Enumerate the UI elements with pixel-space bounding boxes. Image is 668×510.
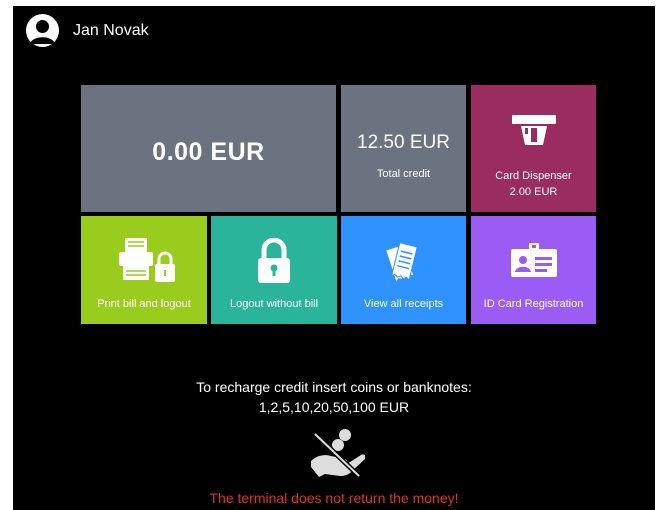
credit-label: Total credit	[376, 168, 431, 180]
user-info: Jan Novak	[26, 14, 149, 47]
balance-value: 0.00 EUR	[152, 138, 265, 166]
balance-tile: 0.00 EUR	[81, 85, 336, 212]
total-credit-tile: 12.50 EUR Total credit	[341, 85, 466, 212]
card-dispenser-price: 2.00 EUR	[509, 186, 558, 198]
card-dispenser-icon	[512, 113, 556, 152]
accepted-denominations: 1,2,5,10,20,50,100 EUR	[258, 399, 410, 415]
view-all-receipts-label: View all receipts	[363, 298, 444, 310]
no-change-icon	[309, 428, 366, 485]
user-avatar-icon	[26, 14, 59, 47]
print-bill-logout-button[interactable]: Print bill and logout	[81, 216, 207, 324]
logout-without-bill-button[interactable]: Logout without bill	[211, 216, 337, 324]
print-bill-logout-label: Print bill and logout	[97, 298, 191, 310]
logout-without-bill-label: Logout without bill	[229, 298, 319, 310]
lock-icon	[256, 237, 292, 289]
printer-lock-icon	[117, 236, 175, 289]
card-dispenser-button[interactable]: Card Dispenser 2.00 EUR	[471, 85, 596, 212]
card-dispenser-label: Card Dispenser	[495, 170, 572, 182]
id-card-registration-label: ID Card Registration	[483, 298, 584, 310]
credit-value: 12.50 EUR	[357, 132, 450, 153]
no-change-warning: The terminal does not return the money!	[209, 490, 459, 506]
user-name: Jan Novak	[73, 21, 149, 39]
id-card-registration-button[interactable]: ID Card Registration	[471, 216, 596, 324]
recharge-instructions: To recharge credit insert coins or bankn…	[196, 379, 472, 395]
receipts-icon	[385, 240, 421, 291]
id-card-icon	[511, 243, 557, 282]
terminal-screen: Jan Novak 0.00 EUR 12.50 EUR Total credi…	[13, 6, 655, 510]
view-all-receipts-button[interactable]: View all receipts	[341, 216, 466, 324]
